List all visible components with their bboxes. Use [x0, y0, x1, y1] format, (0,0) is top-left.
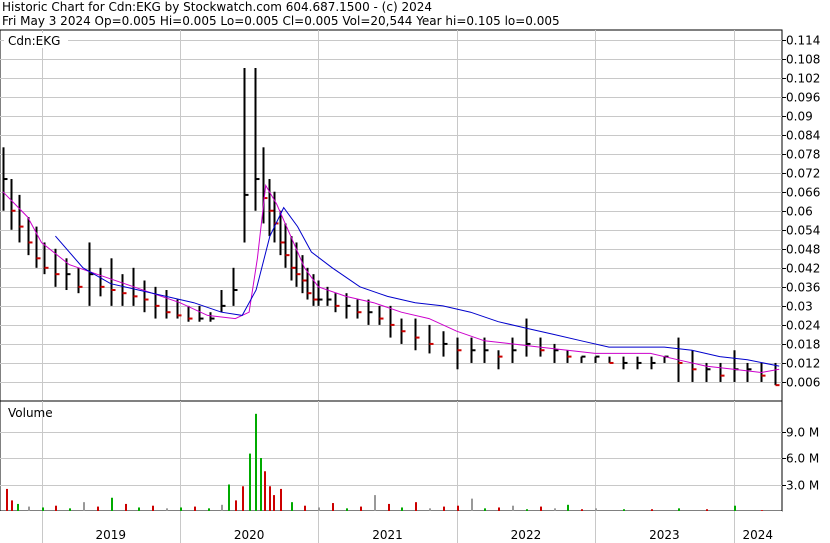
x-axis: 2019 2020 2021 2022 2023 2024: [0, 511, 782, 543]
volume-panel-frame: [0, 400, 783, 512]
price-panel: 0.114 0.108 0.102 0.096 0.09 0.084 0.078 0.072 0…: [0, 29, 820, 402]
volume-y-axis: 9.0 M 6.0 M 3.0 M: [782, 426, 819, 493]
volume-bar: [235, 500, 237, 511]
volume-bar: [484, 508, 486, 511]
volume-bar: [166, 508, 168, 511]
price-tick-label: 0.072: [786, 167, 820, 181]
x-tick-label: 2024: [743, 528, 774, 542]
volume-bar: [269, 486, 271, 511]
volume-bar: [388, 503, 390, 511]
volume-bar: [242, 486, 244, 511]
volume-bar: [651, 509, 653, 511]
price-tick-label: 0.06: [786, 205, 813, 219]
volume-bar: [346, 508, 348, 511]
volume-bar: [360, 506, 362, 511]
price-tick-label: 0.078: [786, 148, 820, 162]
volume-panel-label: Volume: [8, 406, 53, 420]
volume-bar: [180, 507, 182, 511]
volume-bar: [429, 508, 431, 511]
volume-bar: [55, 505, 57, 511]
x-tick-label: 2023: [649, 528, 680, 542]
volume-bar: [374, 495, 376, 511]
volume-bar: [678, 508, 680, 511]
volume-bar: [304, 505, 306, 511]
volume-bar: [581, 509, 583, 511]
volume-bar: [761, 510, 763, 512]
volume-bar: [249, 453, 251, 511]
price-tick-label: 0.066: [786, 186, 820, 200]
x-tick-label: 2020: [234, 528, 265, 542]
volume-bar: [28, 506, 30, 511]
price-tick-label: 0.03: [786, 300, 813, 314]
volume-bar: [540, 506, 542, 511]
volume-bar: [208, 508, 210, 511]
volume-bar: [6, 488, 8, 511]
volume-bar: [11, 500, 13, 511]
x-tick-label: 2022: [511, 528, 542, 542]
price-tick-label: 0.042: [786, 262, 820, 276]
price-tick-label: 0.006: [786, 376, 820, 390]
volume-bar: [228, 484, 230, 511]
price-tick-label: 0.036: [786, 281, 820, 295]
price-tick-label: 0.018: [786, 338, 820, 352]
volume-bar: [512, 505, 514, 511]
price-tick-label: 0.09: [786, 110, 813, 124]
price-tick-label: 0.024: [786, 319, 820, 333]
volume-bar: [264, 471, 266, 511]
price-tick-label: 0.108: [786, 53, 820, 67]
price-y-axis: 0.114 0.108 0.102 0.096 0.09 0.084 0.078 0.072 0…: [782, 34, 820, 390]
volume-bar: [332, 503, 334, 511]
volume-bar: [415, 502, 417, 511]
price-tick-label: 0.054: [786, 224, 820, 238]
price-tick-label: 0.102: [786, 72, 820, 86]
price-tick-label: 0.048: [786, 243, 820, 257]
volume-bar: [194, 506, 196, 511]
volume-bar: [623, 509, 625, 511]
price-panel-frame: [0, 29, 783, 402]
volume-bar: [138, 507, 140, 511]
volume-bar: [595, 508, 597, 511]
volume-bar: [526, 509, 528, 511]
volume-panel: 9.0 M 6.0 M 3.0 M Volume: [0, 400, 819, 512]
volume-bar: [111, 497, 113, 511]
volume-bar: [706, 509, 708, 511]
volume-bar: [83, 502, 85, 511]
volume-tick-label: 3.0 M: [786, 479, 819, 493]
volume-bar: [498, 507, 500, 511]
volume-bar: [401, 507, 403, 511]
volume-bar: [567, 504, 569, 511]
volume-bar: [291, 502, 293, 511]
price-tick-label: 0.084: [786, 129, 820, 143]
volume-bar: [734, 505, 736, 511]
price-tick-label: 0.012: [786, 357, 820, 371]
volume-bar: [471, 498, 473, 511]
volume-bar: [17, 503, 19, 511]
volume-bar: [97, 506, 99, 511]
price-tick-label: 0.114: [786, 34, 820, 48]
stock-chart: 0.114 0.108 0.102 0.096 0.09 0.084 0.078 0.072 0…: [0, 29, 820, 543]
volume-bar: [280, 488, 282, 511]
volume-bar: [318, 507, 320, 511]
volume-bar: [273, 495, 275, 511]
x-tick-label: 2019: [95, 528, 126, 542]
price-panel-label: Cdn:EKG: [8, 34, 60, 48]
volume-bar: [260, 458, 262, 511]
volume-bar: [443, 506, 445, 511]
volume-bar: [457, 505, 459, 511]
volume-bar: [554, 508, 556, 511]
volume-bar: [152, 505, 154, 511]
volume-bar: [255, 413, 257, 511]
price-tick-label: 0.096: [786, 91, 820, 105]
volume-tick-label: 6.0 M: [786, 452, 819, 466]
volume-bar: [221, 504, 223, 511]
volume-bar: [42, 507, 44, 511]
volume-bar: [125, 503, 127, 511]
volume-bar: [69, 508, 71, 511]
volume-tick-label: 9.0 M: [786, 426, 819, 440]
x-tick-label: 2021: [372, 528, 403, 542]
